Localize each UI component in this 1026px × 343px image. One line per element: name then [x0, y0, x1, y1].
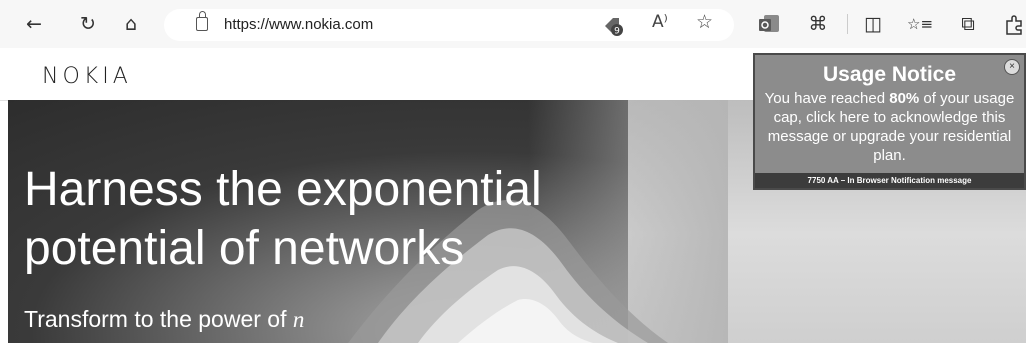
notice-body-start: You have reached — [764, 90, 890, 107]
subtitle-italic-n: n — [292, 307, 305, 332]
toolbar-divider — [847, 14, 848, 34]
outlook-icon[interactable] — [758, 13, 780, 35]
address-bar[interactable]: https://www.nokia.com 9 A⁾ ☆ — [164, 9, 734, 41]
hero-headline: Harness the exponential potential of net… — [24, 160, 542, 278]
extension-icon[interactable]: 9 — [602, 14, 624, 36]
split-screen-icon[interactable]: ◫ — [861, 12, 885, 36]
site-info-icon[interactable] — [196, 11, 208, 31]
refresh-icon[interactable]: ↻ — [76, 12, 100, 36]
copilot-icon[interactable]: ⌘ — [806, 12, 830, 36]
extensions-icon[interactable] — [1003, 13, 1025, 35]
home-icon[interactable]: ⌂ — [119, 12, 143, 36]
notice-title: Usage Notice — [822, 63, 957, 86]
notice-percentage: 80% — [889, 90, 920, 107]
hero-subtitle: Transform to the power of n — [24, 306, 304, 333]
extension-badge: 9 — [614, 27, 620, 37]
read-aloud-icon[interactable]: A⁾ — [652, 12, 668, 32]
notice-footer: 7750 AA – In Browser Notification messag… — [755, 173, 1024, 188]
headline-line-2: potential of networks — [24, 222, 465, 275]
favorite-star-icon[interactable]: ☆ — [696, 11, 713, 33]
url-text[interactable]: https://www.nokia.com — [224, 16, 373, 33]
favorites-icon[interactable]: ☆≡ — [907, 12, 933, 36]
collections-icon[interactable]: ⧉ — [956, 12, 980, 36]
close-icon[interactable]: × — [1004, 59, 1020, 75]
browser-toolbar: ← ↻ ⌂ https://www.nokia.com 9 A⁾ ☆ ⌘ ◫ ☆… — [0, 0, 1026, 48]
nokia-logo[interactable]: NOKIA — [42, 64, 132, 89]
back-arrow-icon[interactable]: ← — [22, 12, 46, 36]
usage-notice-popup[interactable]: × Usage Notice You have reached 80% of y… — [753, 53, 1026, 190]
headline-line-1: Harness the exponential — [24, 163, 542, 216]
subtitle-text: Transform to the power of — [24, 306, 293, 332]
notice-body[interactable]: You have reached 80% of your usage cap, … — [755, 89, 1024, 165]
